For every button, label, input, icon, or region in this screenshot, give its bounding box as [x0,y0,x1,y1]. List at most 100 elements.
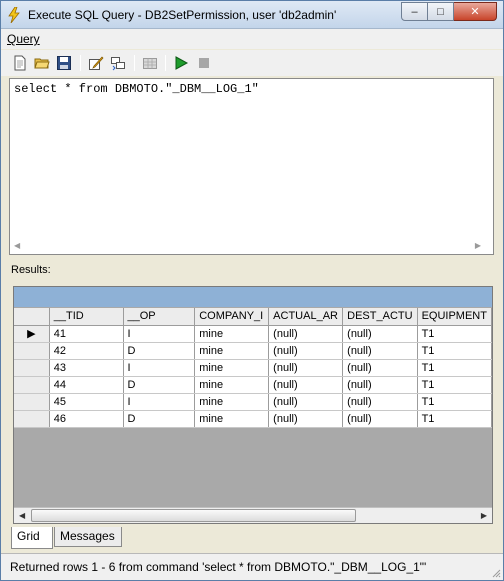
table-cell[interactable]: I [123,393,196,411]
table-cell[interactable]: D [123,342,196,360]
scroll-left-icon[interactable]: ◀ [19,511,25,520]
table-cell[interactable]: mine [194,342,270,360]
table-row[interactable]: ▶ 41 I mine (null) (null) T1 [14,325,492,343]
window-controls: – □ ✕ [401,2,497,21]
table-cell[interactable]: 44 [49,376,124,394]
table-cell[interactable]: (null) [342,342,418,360]
scroll-right-icon[interactable]: ▶ [481,511,487,520]
table-cell[interactable]: T1 [417,325,492,343]
table-cell[interactable]: D [123,410,196,428]
scroll-left-icon[interactable]: ◀ [14,241,20,250]
replace-button[interactable] [109,54,127,72]
status-text: Returned rows 1 - 6 from command 'select… [10,560,427,574]
table-cell[interactable]: (null) [268,376,344,394]
current-row-marker[interactable]: ▶ [14,325,50,343]
table-cell[interactable]: mine [194,325,270,343]
stop-icon [199,58,209,68]
table-cell[interactable]: mine [194,359,270,377]
header-row: __TID __OP COMPANY_I ACTUAL_AR DEST_ACTU… [14,308,492,326]
row-header[interactable] [14,376,50,394]
tab-messages[interactable]: Messages [54,527,122,547]
open-button[interactable] [33,54,51,72]
table-cell[interactable]: mine [194,376,270,394]
table-row[interactable]: 45 I mine (null) (null) T1 [14,393,492,411]
tab-grid[interactable]: Grid [11,527,53,549]
table-row[interactable]: 42 D mine (null) (null) T1 [14,342,492,360]
row-header[interactable] [14,410,50,428]
column-header[interactable]: EQUIPMENT [417,308,492,326]
title-bar[interactable]: Execute SQL Query - DB2SetPermission, us… [1,1,503,29]
table-row[interactable]: 44 D mine (null) (null) T1 [14,376,492,394]
table-cell[interactable]: T1 [417,393,492,411]
window-title: Execute SQL Query - DB2SetPermission, us… [28,8,337,22]
table-cell[interactable]: (null) [342,393,418,411]
table-cell[interactable]: (null) [268,359,344,377]
sql-query-text[interactable]: select * from DBMOTO."_DBM__LOG_1" [14,82,259,96]
execute-sql-query-window: Execute SQL Query - DB2SetPermission, us… [0,0,504,581]
table-cell[interactable]: I [123,359,196,377]
resize-grip-icon[interactable] [491,568,501,578]
tab-label: Messages [60,529,115,543]
table-row[interactable]: 46 D mine (null) (null) T1 [14,410,492,428]
status-bar: Returned rows 1 - 6 from command 'select… [1,553,503,580]
lightning-icon [8,7,20,23]
grid-horizontal-scrollbar[interactable]: ◀ ▶ [14,507,492,523]
table-cell[interactable]: 43 [49,359,124,377]
corner-cell[interactable] [14,308,50,326]
tab-label: Grid [17,529,40,543]
table-cell[interactable]: (null) [268,393,344,411]
table-cell[interactable]: (null) [342,376,418,394]
editor-horizontal-scrollbar[interactable]: ◀ ▶ [10,238,493,254]
row-header[interactable] [14,342,50,360]
close-button[interactable]: ✕ [454,2,497,21]
sql-editor[interactable]: select * from DBMOTO."_DBM__LOG_1" ◀ ▶ [9,78,494,255]
table-cell[interactable]: T1 [417,359,492,377]
toolbar-separator [80,55,81,71]
column-header[interactable]: __OP [123,308,196,326]
scrollbar-thumb[interactable] [31,509,356,522]
disabled-grid-icon [143,58,157,69]
edit-button[interactable] [87,54,105,72]
stop-button [195,54,213,72]
table-cell[interactable]: D [123,376,196,394]
table-cell[interactable]: (null) [268,410,344,428]
table-cell[interactable]: (null) [268,342,344,360]
new-document-icon [14,55,26,71]
row-header[interactable] [14,393,50,411]
table-cell[interactable]: 45 [49,393,124,411]
save-button[interactable] [55,54,73,72]
scroll-right-icon[interactable]: ▶ [475,241,481,250]
open-folder-icon [34,58,50,69]
table-cell[interactable]: mine [194,393,270,411]
results-label: Results: [11,264,51,276]
menu-bar: Query [1,29,503,49]
table-cell[interactable]: (null) [268,325,344,343]
column-header[interactable]: ACTUAL_AR [268,308,344,326]
table-cell[interactable]: T1 [417,342,492,360]
minimize-icon: – [411,5,418,18]
minimize-button[interactable]: – [401,2,428,21]
table-cell[interactable]: 46 [49,410,124,428]
table-cell[interactable]: (null) [342,325,418,343]
results-table: __TID __OP COMPANY_I ACTUAL_AR DEST_ACTU… [14,308,492,428]
close-icon: ✕ [470,6,480,18]
table-cell[interactable]: T1 [417,410,492,428]
new-query-button[interactable] [11,54,29,72]
row-header[interactable] [14,359,50,377]
table-cell[interactable]: 41 [49,325,124,343]
table-cell[interactable]: 42 [49,342,124,360]
menu-query[interactable]: Query [7,32,40,46]
grid-caption-bar [14,287,492,307]
column-header[interactable]: DEST_ACTU [342,308,418,326]
table-cell[interactable]: (null) [342,359,418,377]
run-button[interactable] [172,54,190,72]
table-row[interactable]: 43 I mine (null) (null) T1 [14,359,492,377]
column-header[interactable]: __TID [49,308,124,326]
maximize-button[interactable]: □ [428,2,454,21]
results-grid[interactable]: __TID __OP COMPANY_I ACTUAL_AR DEST_ACTU… [13,286,493,524]
column-header[interactable]: COMPANY_I [194,308,270,326]
table-cell[interactable]: T1 [417,376,492,394]
table-cell[interactable]: mine [194,410,270,428]
table-cell[interactable]: I [123,325,196,343]
table-cell[interactable]: (null) [342,410,418,428]
